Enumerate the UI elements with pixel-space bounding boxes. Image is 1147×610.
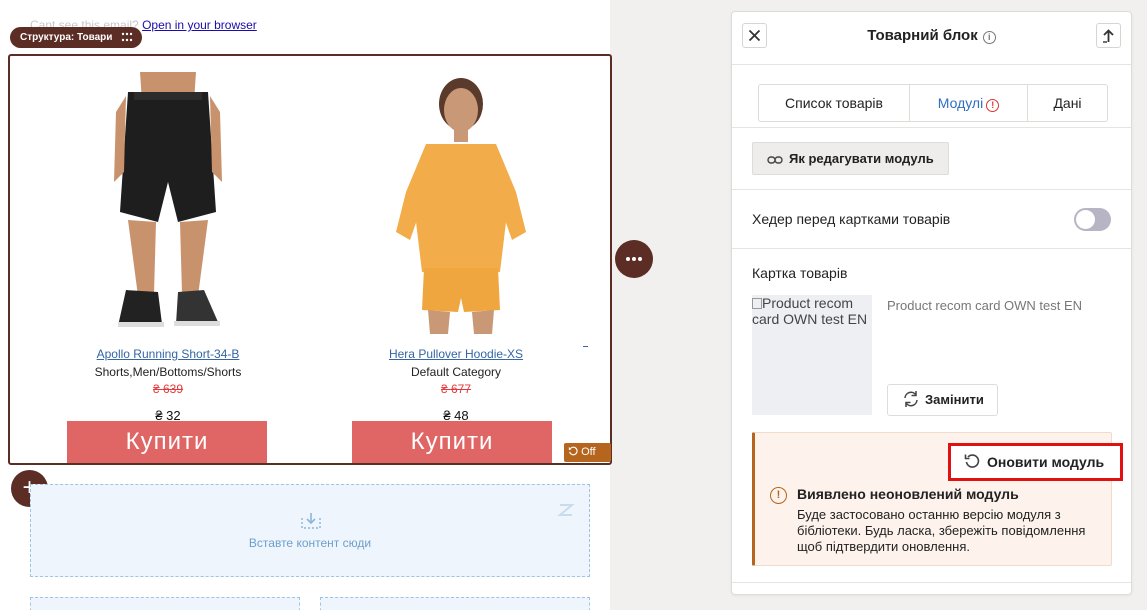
- content-dropzone[interactable]: [320, 597, 590, 610]
- tab-product-list[interactable]: Список товарів: [759, 85, 909, 121]
- structure-tag-label: Структура: Товари: [20, 32, 113, 43]
- alert-warning-icon: !: [770, 487, 787, 504]
- dropzone-label: Вставте контент сюди: [248, 536, 372, 550]
- divider: [732, 189, 1131, 190]
- outdated-module-alert: Оновити модуль ! Виявлено неоновлений мо…: [752, 432, 1123, 566]
- zigzag-icon: [557, 504, 575, 516]
- header-toggle-label: Хедер перед картками товарів: [752, 211, 951, 227]
- buy-button[interactable]: Купити: [67, 421, 267, 463]
- product-category: Shorts,Men/Bottoms/Shorts: [94, 365, 242, 379]
- how-to-edit-label: Як редагувати модуль: [789, 151, 934, 166]
- swap-icon: [904, 391, 918, 407]
- tab-modules[interactable]: Модулі!: [909, 85, 1027, 121]
- email-canvas: Cant see this email? Open in your browse…: [0, 0, 612, 610]
- collapse-button[interactable]: [1096, 23, 1121, 48]
- replace-button[interactable]: Замінити: [887, 384, 998, 416]
- panel-title-text: Товарний блок: [867, 27, 978, 44]
- card-section-label: Картка товарів: [752, 265, 848, 281]
- off-badge-label: Off: [581, 446, 596, 458]
- product-name-link[interactable]: Hera Pullover Hoodie-XS: [346, 347, 566, 361]
- alert-title: Виявлено неоновлений модуль: [797, 486, 1019, 502]
- content-dropzone[interactable]: Вставте контент сюди: [30, 484, 590, 577]
- divider: [732, 582, 1131, 583]
- replace-button-label: Замінити: [925, 392, 984, 407]
- more-options-button[interactable]: [615, 240, 653, 278]
- toggle-knob: [1076, 210, 1095, 229]
- panel-title: Товарний блок i: [732, 27, 1131, 44]
- product-image-shorts[interactable]: [78, 72, 258, 334]
- content-dropzone[interactable]: [30, 597, 300, 610]
- tab-data[interactable]: Дані: [1027, 85, 1107, 121]
- alert-text: Буде застосовано останню версію модуля з…: [797, 507, 1086, 554]
- update-module-label: Оновити модуль: [987, 454, 1105, 470]
- card-thumbnail[interactable]: Product recom card OWN test EN: [752, 295, 872, 415]
- off-badge[interactable]: Off: [564, 443, 611, 462]
- structure-tag[interactable]: Структура: Товари: [10, 27, 143, 48]
- next-product-link[interactable]: [583, 346, 588, 347]
- card-thumbnail-alt: Product recom card OWN test EN: [752, 295, 868, 327]
- refresh-icon: [964, 454, 980, 468]
- card-name: Product recom card OWN test EN: [887, 298, 1083, 313]
- product-card: Apollo Running Short-34-B Shorts,Men/Bot…: [58, 72, 278, 423]
- product-old-price: ₴ 639: [152, 382, 184, 396]
- link-icon: [767, 156, 783, 164]
- tab-modules-label: Модулі: [937, 95, 984, 111]
- header-toggle[interactable]: [1074, 208, 1111, 231]
- info-icon[interactable]: i: [982, 31, 996, 44]
- more-dots-icon: [626, 257, 642, 261]
- divider: [732, 127, 1131, 128]
- how-to-edit-button[interactable]: Як редагувати модуль: [752, 142, 949, 175]
- divider: [732, 248, 1131, 249]
- product-block[interactable]: Apollo Running Short-34-B Shorts,Men/Bot…: [8, 54, 612, 465]
- drag-handle-icon[interactable]: [120, 27, 134, 56]
- panel-header: Товарний блок i: [732, 12, 1131, 65]
- settings-panel: Товарний блок i Список товарів Модулі! Да…: [731, 11, 1132, 595]
- product-card: Hera Pullover Hoodie-XS Default Category…: [346, 72, 566, 423]
- product-name-link[interactable]: Apollo Running Short-34-B: [58, 347, 278, 361]
- update-module-button[interactable]: Оновити модуль: [948, 443, 1123, 481]
- product-image-hoodie[interactable]: [366, 72, 546, 334]
- broken-image-icon: [752, 298, 762, 309]
- reset-icon: [568, 446, 578, 456]
- arrow-up-icon: [1103, 29, 1114, 43]
- insert-icon: [301, 513, 321, 529]
- warning-icon: !: [986, 99, 1000, 112]
- product-category: Default Category: [410, 365, 502, 379]
- product-old-price: ₴ 677: [440, 382, 472, 396]
- open-in-browser-link[interactable]: Open in your browser: [142, 18, 257, 32]
- buy-button[interactable]: Купити: [352, 421, 552, 463]
- panel-tabs: Список товарів Модулі! Дані: [758, 84, 1108, 122]
